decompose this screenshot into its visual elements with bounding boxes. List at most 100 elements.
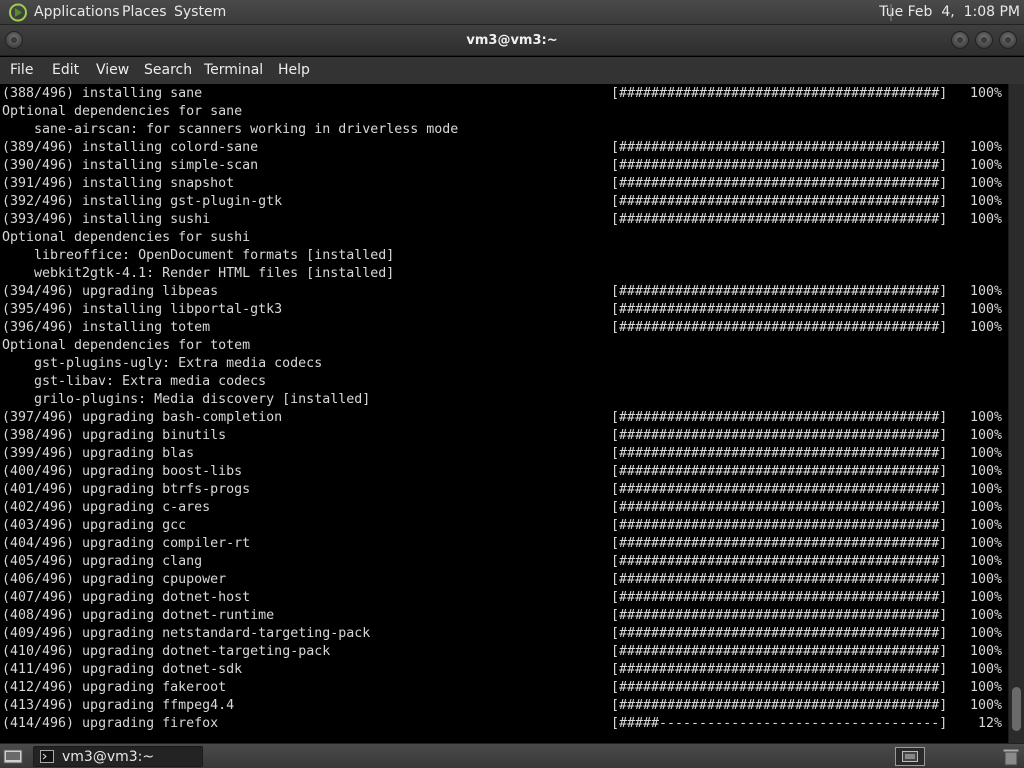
line-text: gst-plugins-ugly: Extra media codecs [34,356,323,371]
progress-bar-text: [#######################################… [611,176,948,191]
terminal-line: (409/496) upgrading netstandard-targetin… [2,625,1008,643]
terminal-line: (397/496) upgrading bash-completion [####… [2,409,1008,427]
terminal-line: (391/496) installing snapshot [##########… [2,175,1008,193]
progress-bar-text: [#######################################… [611,662,948,677]
progress-percent: 100% [969,626,1002,641]
terminal-line: (390/496) installing simple-scan [#######… [2,157,1008,175]
line-text: (409/496) upgrading netstandard-targetin… [2,626,371,641]
progress-percent: 100% [969,698,1002,713]
progress-percent: 100% [969,500,1002,515]
progress-percent: 100% [969,140,1002,155]
line-text: sane-airscan: for scanners working in dr… [34,122,459,137]
line-text: (392/496) installing gst-plugin-gtk [2,194,283,209]
scrollbar-thumb[interactable] [1012,687,1021,731]
progress-percent: 12% [977,716,1002,731]
menu-file[interactable]: File [10,62,33,79]
terminal-line: (410/496) upgrading dotnet-targeting-pac… [2,643,1008,661]
trash-icon[interactable] [1002,747,1020,766]
progress-bar-text: [#######################################… [611,626,948,641]
menu-view[interactable]: View [96,62,129,79]
terminal-icon [40,750,54,763]
top-panel: Applications Places System Tue Feb 4, 1:… [0,0,1024,25]
terminal-line: (401/496) upgrading btrfs-progs [########… [2,481,1008,499]
progress-bar-text: [#######################################… [611,320,948,335]
progress-bar-text: [#######################################… [611,608,948,623]
line-text: (412/496) upgrading fakeroot [2,680,227,695]
terminal-line: Optional dependencies for sane [2,103,1008,121]
progress-bar-text: [#######################################… [611,572,948,587]
terminal-output[interactable]: (388/496) installing sane [##############… [0,84,1008,743]
progress-bar-text: [#######################################… [611,194,948,209]
gnome-foot-icon[interactable] [8,3,28,22]
taskbar-button-terminal[interactable]: vm3@vm3:~ [33,746,203,767]
line-text: Optional dependencies for sushi [2,230,251,245]
applications-menu[interactable]: Applications [34,4,120,21]
progress-bar-text: [#######################################… [611,302,948,317]
close-icon[interactable] [999,31,1017,49]
progress-bar-text: [#######################################… [611,698,948,713]
progress-percent: 100% [969,680,1002,695]
bottom-panel: vm3@vm3:~ [0,743,1024,768]
progress-bar-text: [#######################################… [611,644,948,659]
progress-percent: 100% [969,608,1002,623]
menu-help[interactable]: Help [278,62,310,79]
line-text: (413/496) upgrading ffmpeg4.4 [2,698,235,713]
terminal-line: (404/496) upgrading compiler-rt [########… [2,535,1008,553]
line-text: Optional dependencies for sane [2,104,243,119]
line-text: Optional dependencies for totem [2,338,251,353]
progress-bar-text: [#######################################… [611,500,948,515]
window-title: vm3@vm3:~ [466,33,558,48]
terminal-line: (392/496) installing gst-plugin-gtk [####… [2,193,1008,211]
progress-bar-text: [#######################################… [611,518,948,533]
progress-percent: 100% [969,464,1002,479]
terminal-line: (395/496) installing libportal-gtk3 [####… [2,301,1008,319]
terminal-line: (412/496) upgrading fakeroot [###########… [2,679,1008,697]
system-menu[interactable]: System [174,4,226,21]
terminal-line: webkit2gtk-4.1: Render HTML files [insta… [2,265,1008,283]
window-titlebar[interactable]: vm3@vm3:~ [0,25,1024,56]
terminal-line: (400/496) upgrading boost-libs [#########… [2,463,1008,481]
progress-percent: 100% [969,590,1002,605]
terminal-scrollbar[interactable] [1008,84,1024,743]
terminal-line: (408/496) upgrading dotnet-runtime [#####… [2,607,1008,625]
workspace-switcher[interactable] [895,747,925,766]
minimize-icon[interactable] [951,31,969,49]
line-text: (397/496) upgrading bash-completion [2,410,283,425]
menu-edit[interactable]: Edit [52,62,79,79]
line-text: libreoffice: OpenDocument formats [insta… [34,248,395,263]
terminal-line: (405/496) upgrading clang [##############… [2,553,1008,571]
terminal-line: gst-libav: Extra media codecs [2,373,1008,391]
progress-bar-text: [#######################################… [611,140,948,155]
progress-percent: 100% [969,536,1002,551]
show-desktop-icon[interactable] [3,748,23,765]
line-text: (396/496) installing totem [2,320,211,335]
taskbar-label: vm3@vm3:~ [62,749,155,765]
menu-terminal[interactable]: Terminal [204,62,263,79]
line-text: grilo-plugins: Media discovery [installe… [34,392,371,407]
progress-percent: 100% [969,302,1002,317]
line-text: (403/496) upgrading gcc [2,518,187,533]
progress-bar-text: [#######################################… [611,428,948,443]
line-text: (411/496) upgrading dotnet-sdk [2,662,243,677]
progress-percent: 100% [969,212,1002,227]
terminal-line: (394/496) upgrading libpeas [############… [2,283,1008,301]
terminal-line: gst-plugins-ugly: Extra media codecs [2,355,1008,373]
menu-search[interactable]: Search [144,62,192,79]
clock[interactable]: Tue Feb 4, 1:08 PM [879,4,1020,21]
line-text: (398/496) upgrading binutils [2,428,227,443]
progress-percent: 100% [969,554,1002,569]
progress-percent: 100% [969,482,1002,497]
line-text: (414/496) upgrading firefox [2,716,219,731]
progress-percent: 100% [969,158,1002,173]
line-text: (404/496) upgrading compiler-rt [2,536,251,551]
line-text: (395/496) installing libportal-gtk3 [2,302,283,317]
line-text: (400/496) upgrading boost-libs [2,464,243,479]
progress-percent: 100% [969,320,1002,335]
places-menu[interactable]: Places [122,4,167,21]
progress-percent: 100% [969,86,1002,101]
line-text: (389/496) installing colord-sane [2,140,259,155]
terminal-line: (402/496) upgrading c-ares [#############… [2,499,1008,517]
progress-bar-text: [#######################################… [611,212,948,227]
progress-bar-text: [#######################################… [611,464,948,479]
maximize-icon[interactable] [975,31,993,49]
